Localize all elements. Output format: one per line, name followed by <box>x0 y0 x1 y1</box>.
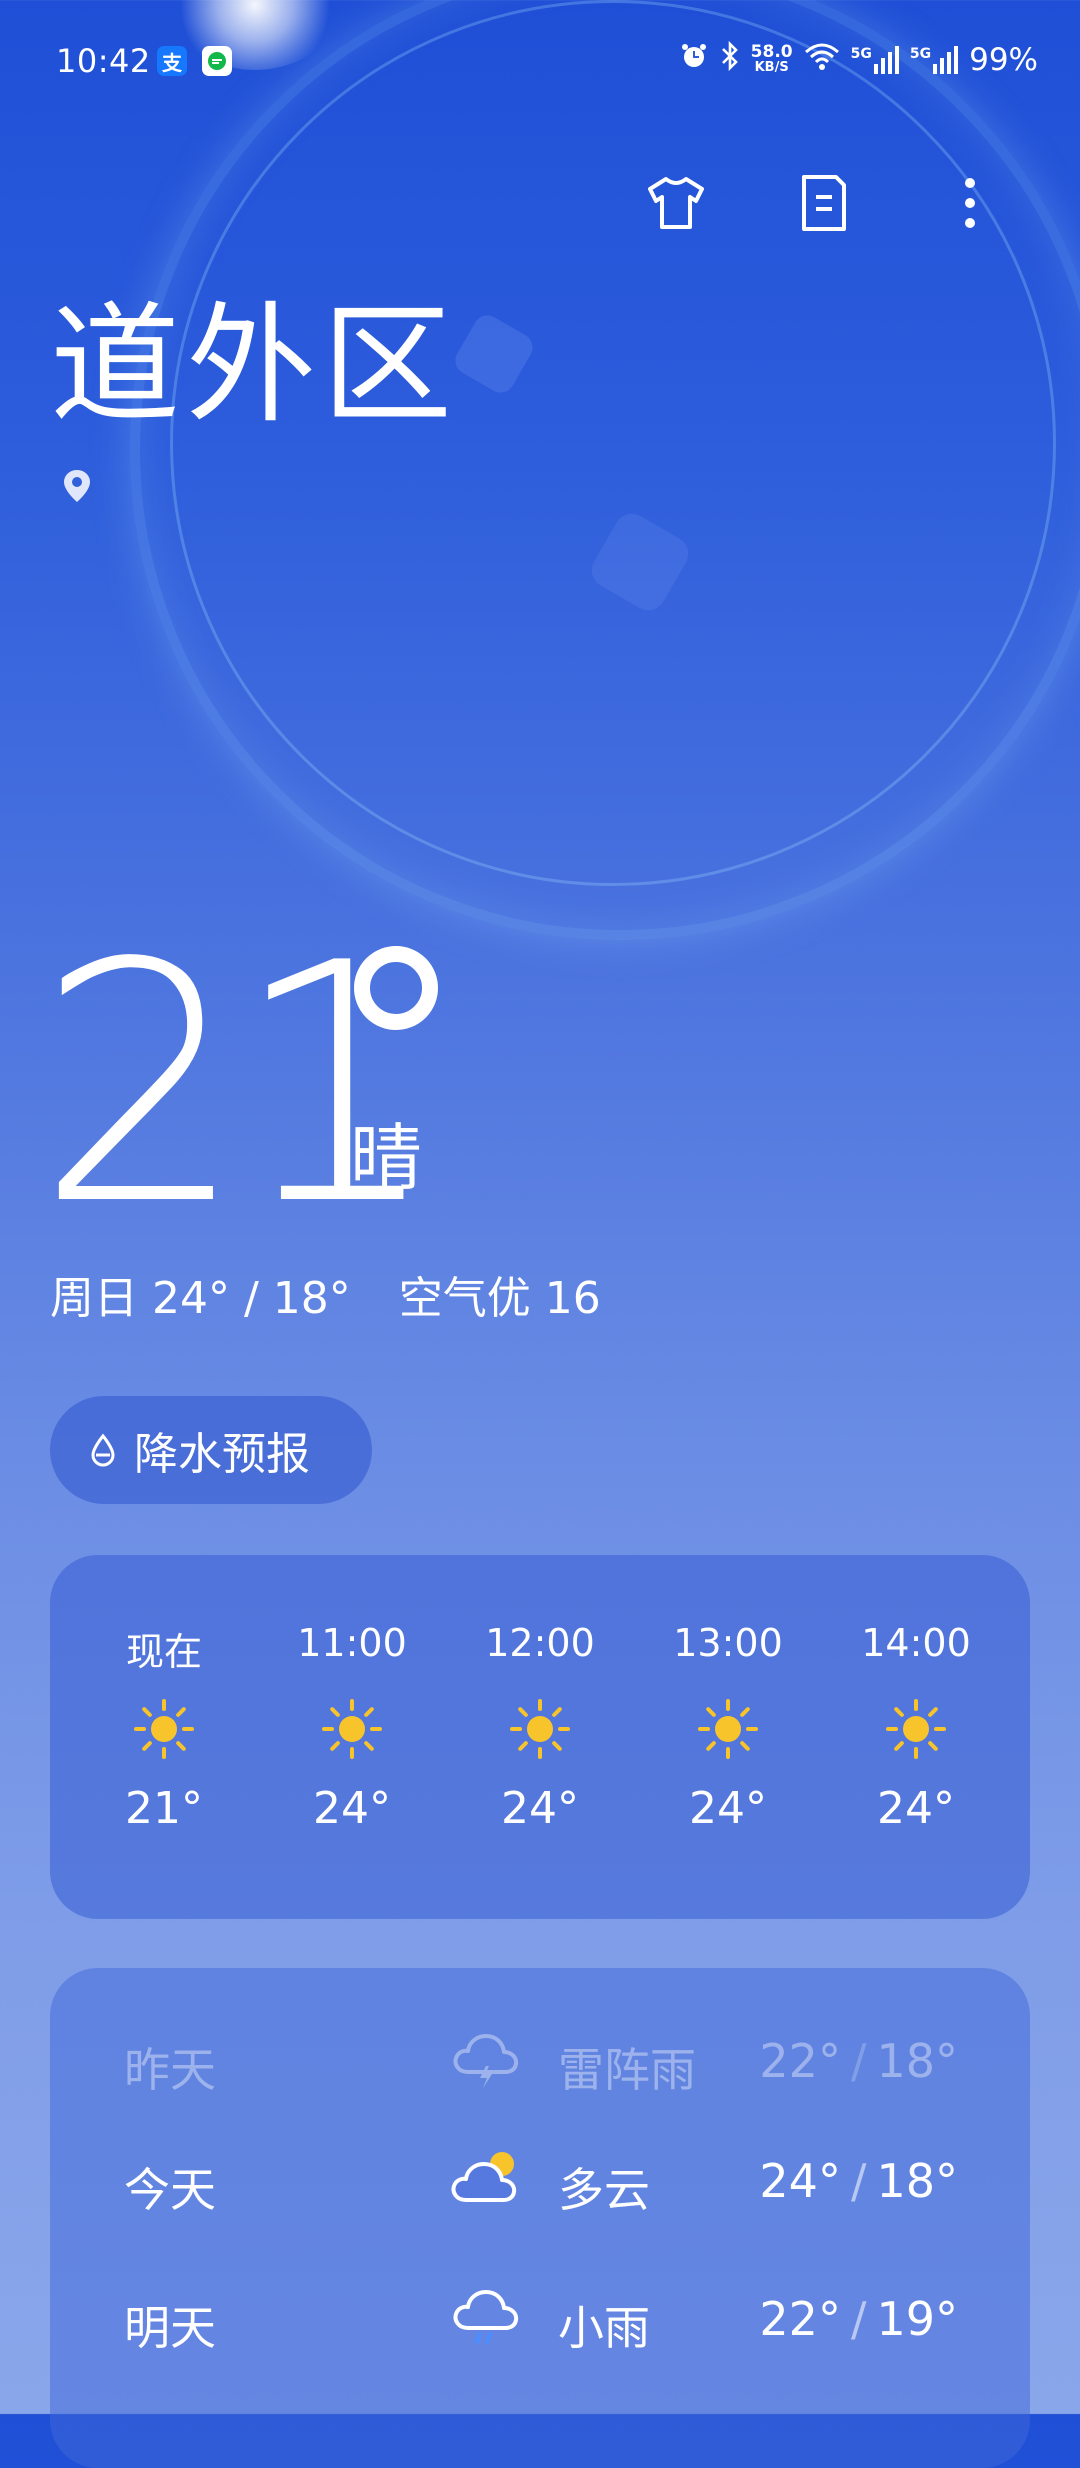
hour-time: 现在 <box>125 1630 202 1674</box>
thunderstorm-icon <box>450 2026 522 2101</box>
location-pin-icon <box>62 468 92 508</box>
range-separator: / <box>850 2292 867 2346</box>
day-high: 22° <box>759 2034 841 2088</box>
sun-glare-decoration <box>170 0 340 70</box>
daily-row-tomorrow[interactable]: 明天 小雨 22°/19° <box>50 2278 1030 2358</box>
more-options-button[interactable] <box>935 168 1005 238</box>
light-rain-icon <box>450 2284 522 2359</box>
day-low: 18° <box>876 2034 958 2088</box>
signal-sim2: 5G <box>910 46 959 74</box>
day-condition: 小雨 <box>558 2301 650 2355</box>
sun-icon <box>836 1697 996 1761</box>
alipay-icon: 支 <box>157 46 187 76</box>
bluetooth-icon <box>719 40 741 80</box>
hour-item: 现在 21° <box>84 1555 244 1834</box>
hour-temp: 21° <box>125 1783 203 1834</box>
hour-item: 13:00 24° <box>648 1555 808 1834</box>
day-condition: 雷阵雨 <box>558 2043 696 2097</box>
status-time: 10:42 <box>56 42 151 80</box>
current-condition: 晴 <box>350 1116 423 1200</box>
sun-icon <box>84 1697 244 1761</box>
network-speed: 58.0 KB/S <box>751 44 793 76</box>
location-title[interactable]: 道外区 <box>50 300 458 430</box>
more-vertical-icon <box>965 178 975 228</box>
hour-time: 14:00 <box>861 1621 971 1665</box>
day-low: 19° <box>876 2292 958 2346</box>
halo-inner-decoration <box>170 0 1056 886</box>
partly-cloudy-icon <box>450 2146 522 2221</box>
sim1-type: 5G <box>850 46 872 62</box>
signal-bars-icon <box>933 46 959 74</box>
range-separator: / <box>850 2034 867 2088</box>
signal-bars-icon <box>873 46 899 74</box>
sun-icon <box>648 1697 808 1761</box>
today-high-low: 周日 24° / 18° <box>50 1273 351 1324</box>
daily-forecast-card[interactable]: 昨天 雷阵雨 22°/18° 今天 多云 24°/18° 明天 小雨 22°/1… <box>50 1968 1030 2468</box>
hour-time: 12:00 <box>485 1621 595 1665</box>
daily-row-yesterday[interactable]: 昨天 雷阵雨 22°/18° <box>50 2020 1030 2100</box>
message-app-icon <box>202 46 232 76</box>
sim2-type: 5G <box>909 46 932 62</box>
day-temp-range: 24°/18° <box>759 2154 958 2208</box>
hour-temp: 24° <box>689 1783 767 1834</box>
range-separator: / <box>850 2154 867 2208</box>
precipitation-forecast-button[interactable]: 降水预报 <box>50 1396 372 1504</box>
day-temp-range: 22°/19° <box>759 2292 958 2346</box>
hour-temp: 24° <box>877 1783 955 1834</box>
hour-item: 11:00 24° <box>272 1555 432 1834</box>
precipitation-label: 降水预报 <box>134 1429 310 1480</box>
hour-time: 11:00 <box>297 1621 407 1665</box>
document-icon <box>802 175 846 231</box>
air-quality[interactable]: 空气优 16 <box>399 1273 601 1324</box>
network-speed-unit: KB/S <box>754 60 789 75</box>
sun-icon <box>272 1697 432 1761</box>
day-low: 18° <box>876 2154 958 2208</box>
network-speed-value: 58.0 <box>750 42 793 62</box>
day-name: 今天 <box>124 2163 216 2217</box>
hour-time: 13:00 <box>673 1621 783 1665</box>
water-drop-icon <box>90 1433 116 1467</box>
hourly-forecast-card[interactable]: 现在 21° 11:00 24° 12:00 24° 13:00 24° 14:… <box>50 1555 1030 1919</box>
day-high: 24° <box>759 2154 841 2208</box>
day-condition: 多云 <box>558 2163 650 2217</box>
battery-level: 99% <box>969 42 1038 78</box>
degree-symbol-icon <box>348 940 444 1036</box>
hour-item: 14:00 24° <box>836 1555 996 1834</box>
day-name: 昨天 <box>124 2043 216 2097</box>
wifi-icon <box>803 41 841 79</box>
day-name: 明天 <box>124 2301 216 2355</box>
signal-sim1: 5G <box>851 46 900 74</box>
tshirt-icon <box>648 177 704 229</box>
alarm-icon <box>679 41 709 79</box>
status-icons: 58.0 KB/S 5G 5G 99% <box>679 40 1038 80</box>
hour-temp: 24° <box>501 1783 579 1834</box>
dress-advice-button[interactable] <box>641 168 711 238</box>
day-temp-range: 22°/18° <box>759 2034 958 2088</box>
hour-item: 12:00 24° <box>460 1555 620 1834</box>
sun-icon <box>460 1697 620 1761</box>
weather-report-button[interactable] <box>789 168 859 238</box>
daily-row-today[interactable]: 今天 多云 24°/18° <box>50 2140 1030 2220</box>
day-high: 22° <box>759 2292 841 2346</box>
daily-summary: 周日 24° / 18° 空气优 16 <box>50 1262 649 1326</box>
hour-temp: 24° <box>313 1783 391 1834</box>
